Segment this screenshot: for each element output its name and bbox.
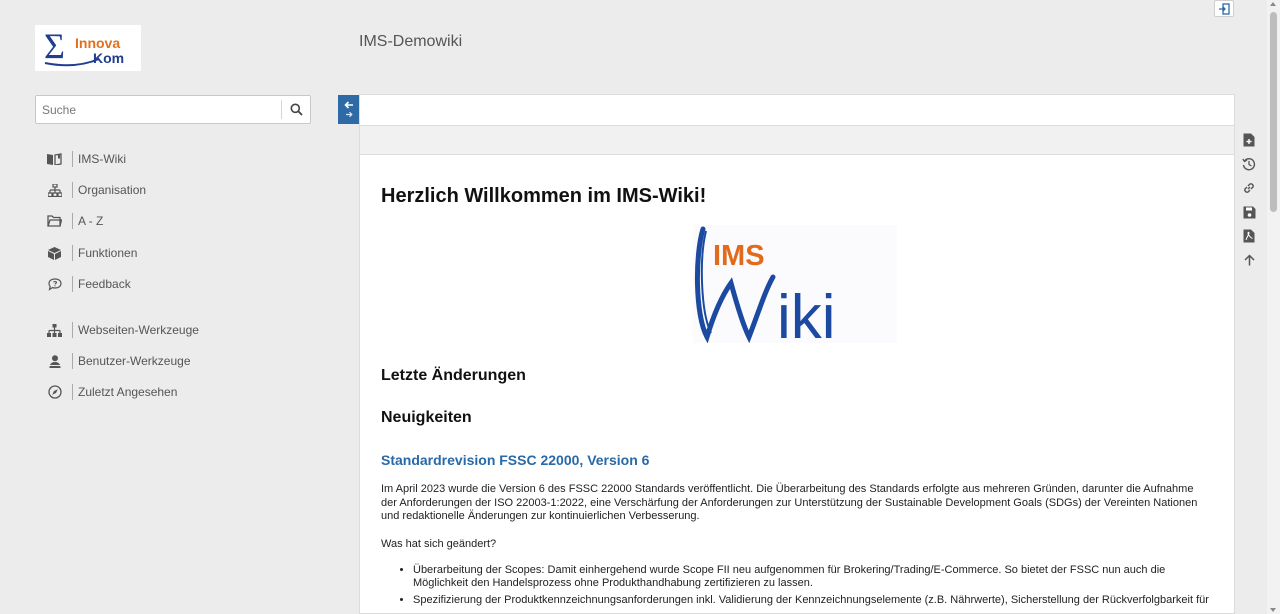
sidebar-item-label: Zuletzt Angesehen [78,385,178,399]
news-bullet-list: Überarbeitung der Scopes: Damit einherge… [381,564,1221,608]
book-icon [46,151,63,168]
sidebar-item-label: Benutzer-Werkzeuge [78,354,191,368]
scroll-down-arrow[interactable] [1270,608,1276,612]
news-question: Was hat sich geändert? [381,537,497,550]
main-content-panel: Herzlich Willkommen im IMS-Wiki! IMS iki… [359,94,1235,614]
logo-text-innova: Innova [75,35,120,51]
sidebar-item-label: IMS-Wiki [78,152,126,166]
file-pdf-icon [1243,229,1255,243]
wiki-logo-iki-text: iki [777,283,836,343]
page-title: Herzlich Willkommen im IMS-Wiki! [381,185,707,207]
section-heading-changes: Letzte Änderungen [381,367,526,384]
content-toolbar [360,95,1234,126]
export-pdf-button[interactable] [1240,227,1258,245]
search-icon [290,103,303,116]
sidebar-item-organisation[interactable]: Organisation [46,180,146,200]
sidebar-item-ims-wiki[interactable]: IMS-Wiki [46,149,126,169]
permalink-button[interactable] [1240,179,1258,197]
login-button[interactable] [1214,0,1234,17]
sidebar-item-label: Feedback [78,277,131,291]
list-item: Überarbeitung der Scopes: Damit einherge… [413,564,1221,591]
sidebar-item-label: A - Z [78,214,104,228]
scroll-up-arrow[interactable] [1270,2,1276,6]
user-icon [46,353,63,370]
sidebar-item-label: Funktionen [78,246,138,260]
org-chart-icon [46,182,63,199]
sidebar-item-funktionen[interactable]: Funktionen [46,243,137,263]
arrow-up-icon [1243,254,1255,266]
sitemap-icon [46,322,63,339]
page-content: Herzlich Willkommen im IMS-Wiki! IMS iki… [360,185,1234,607]
news-title-link[interactable]: Standardrevision FSSC 22000, Version 6 [381,452,649,468]
cube-icon [46,245,63,262]
history-icon [1242,158,1256,171]
news-paragraph: Im April 2023 wurde die Version 6 des FS… [381,483,1198,522]
sidebar-item-a-z[interactable]: A - Z [46,211,103,231]
file-plus-icon [1243,133,1255,147]
sidebar-item-feedback[interactable]: Feedback [46,274,131,294]
arrow-right-icon [345,111,353,118]
sidebar-item-label: Organisation [78,183,147,197]
sidebar-item-zuletzt-angesehen[interactable]: Zuletzt Angesehen [46,382,177,402]
page-scrollbar[interactable] [1267,0,1280,614]
logo-text-kom: Kom [93,50,124,66]
search-box [35,95,311,124]
compass-icon [46,384,63,401]
feedback-icon [46,276,63,293]
sidebar-item-webseiten-werkzeuge[interactable]: Webseiten-Werkzeuge [46,320,199,340]
ims-wiki-logo: IMS iki [693,225,897,352]
sidebar-item-benutzer-werkzeuge[interactable]: Benutzer-Werkzeuge [46,351,191,371]
save-button[interactable] [1240,203,1258,221]
history-button[interactable] [1240,155,1258,173]
scrollbar-thumb[interactable] [1270,12,1277,212]
save-icon [1243,206,1255,218]
wiki-logo-ims-text: IMS [713,240,765,272]
content-subbar [360,126,1234,155]
site-title: IMS-Demowiki [359,33,463,50]
innovakom-logo[interactable]: Σ Innova Kom [35,25,141,71]
svg-text:Σ: Σ [44,26,65,66]
search-input[interactable] [36,96,281,123]
login-icon [1219,2,1230,15]
link-icon [1244,183,1254,193]
back-to-top-button[interactable] [1240,251,1258,269]
folder-icon [46,213,63,230]
new-page-button[interactable] [1240,131,1258,149]
search-button[interactable] [281,100,310,119]
sidebar-item-label: Webseiten-Werkzeuge [78,323,199,337]
list-item: Spezifizierung der Produktkennzeichnungs… [413,594,1221,608]
section-heading-news: Neuigkeiten [381,409,472,426]
sidebar-toggle-button[interactable] [338,95,359,124]
arrow-left-icon [343,101,353,109]
